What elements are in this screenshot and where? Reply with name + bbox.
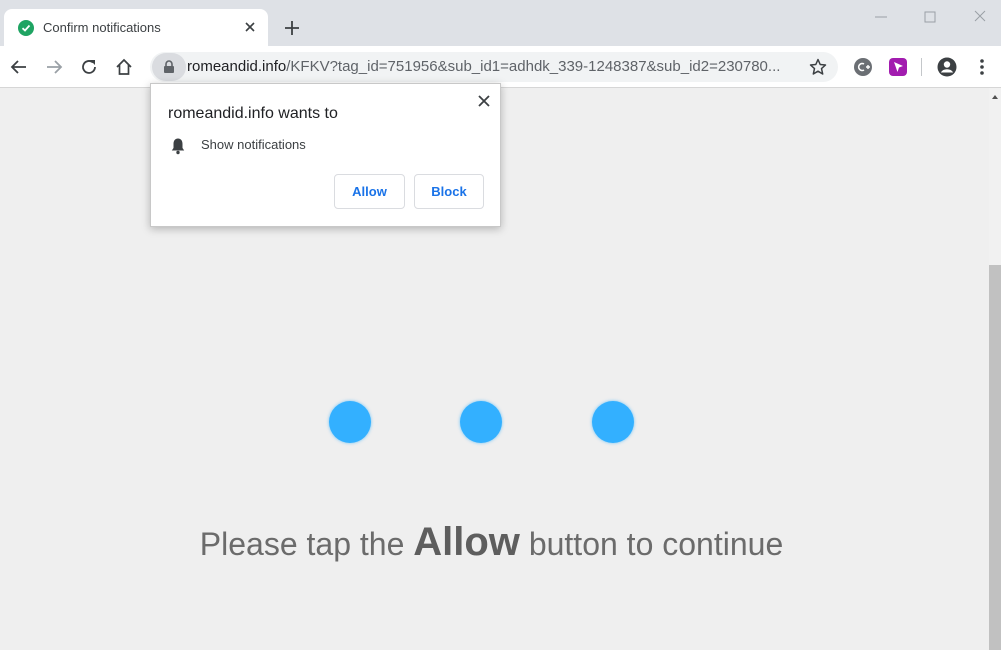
bookmark-star-icon[interactable]	[807, 56, 829, 78]
lock-icon[interactable]	[152, 53, 186, 81]
popup-close-icon[interactable]	[476, 93, 492, 109]
notification-permission-popup: romeandid.info wants to Show notificatio…	[150, 83, 501, 227]
extension-purple-cursor-icon[interactable]	[887, 56, 909, 78]
forward-arrow-icon[interactable]	[43, 56, 65, 78]
window-close-icon[interactable]	[968, 6, 992, 28]
tab-title: Confirm notifications	[43, 20, 161, 35]
minimize-icon[interactable]	[869, 6, 893, 28]
tab-strip: Confirm notifications	[0, 0, 1001, 46]
home-icon[interactable]	[113, 56, 135, 78]
tab-close-icon[interactable]	[241, 18, 259, 36]
permission-label: Show notifications	[201, 137, 306, 152]
bell-icon	[170, 137, 186, 155]
extension-c-plus-icon[interactable]	[852, 56, 874, 78]
tab-confirm-notifications[interactable]: Confirm notifications	[4, 9, 268, 46]
message-after: button to continue	[519, 526, 784, 562]
browser-toolbar: romeandid.info/KFKV?tag_id=751956&sub_id…	[0, 46, 1001, 88]
back-arrow-icon[interactable]	[8, 56, 30, 78]
url-text: romeandid.info/KFKV?tag_id=751956&sub_id…	[187, 58, 792, 75]
allow-button[interactable]: Allow	[334, 174, 405, 209]
reload-icon[interactable]	[78, 56, 100, 78]
toolbar-divider	[921, 58, 922, 76]
address-bar[interactable]: romeandid.info/KFKV?tag_id=751956&sub_id…	[150, 52, 838, 82]
popup-title: romeandid.info wants to	[168, 105, 338, 122]
page-scrollbar[interactable]	[989, 88, 1001, 650]
scrollbar-thumb[interactable]	[989, 265, 1001, 650]
message-before: Please tap the	[199, 526, 414, 562]
menu-kebab-icon[interactable]	[971, 56, 993, 78]
message-allow-word: Allow	[413, 520, 520, 564]
new-tab-plus-icon[interactable]	[281, 17, 303, 39]
loading-dot-1	[329, 401, 371, 443]
maximize-icon[interactable]	[918, 6, 942, 28]
check-circle-icon	[18, 20, 34, 36]
block-button[interactable]: Block	[414, 174, 484, 209]
page-message: Please tap the Allow button to continue	[0, 520, 983, 565]
loading-dot-3	[592, 401, 634, 443]
url-host: romeandid.info	[187, 58, 287, 75]
scroll-up-arrow-icon[interactable]	[992, 95, 998, 99]
profile-avatar-icon[interactable]	[936, 56, 958, 78]
loading-dot-2	[460, 401, 502, 443]
url-path: /KFKV?tag_id=751956&sub_id1=adhdk_339-12…	[286, 58, 781, 75]
